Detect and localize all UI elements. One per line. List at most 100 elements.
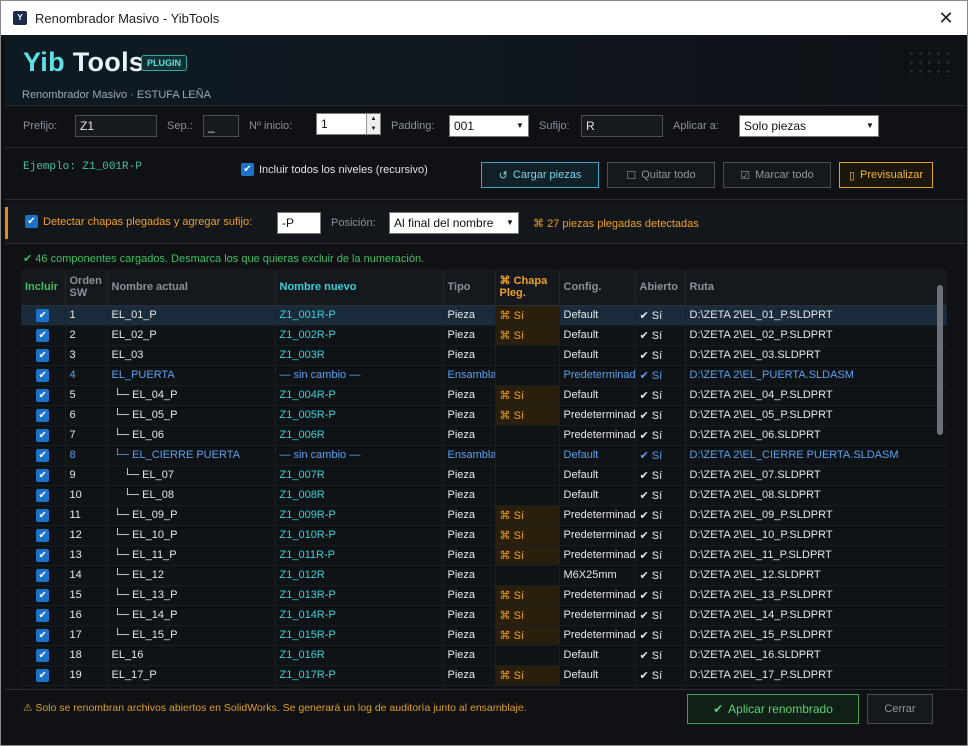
col-incluir[interactable]: Incluir bbox=[21, 269, 66, 306]
include-cell[interactable]: ✔ bbox=[21, 525, 66, 546]
close-icon[interactable]: ✕ bbox=[935, 7, 957, 29]
spin-buttons[interactable]: ▲ ▼ bbox=[366, 114, 380, 134]
table-row[interactable]: ✔ 16 └─ EL_14_P Z1_014R-P Pieza ⌘ Sí Predeterm… bbox=[21, 605, 947, 626]
include-checkbox[interactable]: ✔ bbox=[36, 488, 50, 502]
remove-all-button[interactable]: ☐ Quitar todo bbox=[607, 162, 715, 188]
position-select[interactable]: Al final del nombre ▼ bbox=[389, 212, 519, 234]
table-row[interactable]: ✔ 10 └─ EL_08 Z1_008R Pieza Default ✔ Sí D:\ZET… bbox=[21, 485, 947, 506]
table-row[interactable]: ✔ 7 └─ EL_06 Z1_006R Pieza Predeterminado ✔ Sí… bbox=[21, 425, 947, 446]
include-cell[interactable]: ✔ bbox=[21, 665, 66, 686]
include-checkbox[interactable]: ✔ bbox=[36, 568, 50, 582]
table-row[interactable]: ✔ 5 └─ EL_04_P Z1_004R-P Pieza ⌘ Sí Default ✔ S… bbox=[21, 385, 947, 406]
type-cell: Pieza bbox=[443, 405, 496, 426]
include-cell[interactable]: ✔ bbox=[21, 405, 66, 426]
table-row[interactable]: ✔ 17 └─ EL_15_P Z1_015R-P Pieza ⌘ Sí Predeterm… bbox=[21, 625, 947, 646]
apply-rename-button[interactable]: ✔ Aplicar renombrado bbox=[687, 694, 859, 724]
table-row[interactable]: ✔ 18 EL_16 Z1_016R Pieza Default ✔ Sí D:\ZETA 2… bbox=[21, 645, 947, 666]
include-checkbox[interactable]: ✔ bbox=[36, 548, 50, 562]
col-config[interactable]: Config. bbox=[559, 269, 636, 306]
sheet-suffix-input[interactable]: -P bbox=[277, 212, 321, 234]
prefix-input[interactable]: Z1 bbox=[75, 115, 157, 137]
col-abierto[interactable]: Abierto bbox=[635, 269, 686, 306]
table-row[interactable]: ✔ 14 └─ EL_12 Z1_012R Pieza M6X25mm ✔ Sí D:\ZET… bbox=[21, 565, 947, 586]
start-stepper[interactable]: 1 ▲ ▼ bbox=[316, 113, 381, 135]
include-cell[interactable]: ✔ bbox=[21, 425, 66, 446]
include-cell[interactable]: ✔ bbox=[21, 385, 66, 406]
suffix-input[interactable]: R bbox=[581, 115, 663, 137]
path-cell: D:\ZETA 2\EL_02_P.SLDPRT bbox=[685, 325, 947, 346]
table-row[interactable]: ✔ 13 └─ EL_11_P Z1_011R-P Pieza ⌘ Sí Predeterm… bbox=[21, 545, 947, 566]
mark-all-button[interactable]: ☑ Marcar todo bbox=[723, 162, 831, 188]
check-icon: ✔ bbox=[639, 409, 652, 422]
include-checkbox[interactable]: ✔ bbox=[36, 368, 50, 382]
include-cell[interactable]: ✔ bbox=[21, 345, 66, 366]
include-checkbox[interactable]: ✔ bbox=[36, 668, 50, 682]
table-row[interactable]: ✔ 1 EL_01_P Z1_001R-P Pieza ⌘ Sí Default ✔ Sí D:… bbox=[21, 305, 947, 326]
sheet-metal-cell: ⌘ Sí bbox=[495, 625, 560, 646]
current-name-cell: └─ EL_13_P bbox=[107, 585, 276, 606]
table-row[interactable]: ✔ 15 └─ EL_13_P Z1_013R-P Pieza ⌘ Sí Predeterm… bbox=[21, 585, 947, 606]
include-checkbox[interactable]: ✔ bbox=[36, 428, 50, 442]
include-cell[interactable]: ✔ bbox=[21, 365, 66, 386]
sheet-icon: ⌘ bbox=[499, 609, 514, 622]
spin-up-icon[interactable]: ▲ bbox=[367, 114, 380, 124]
include-checkbox[interactable]: ✔ bbox=[36, 648, 50, 662]
checkbox-icon[interactable]: ✔ bbox=[25, 215, 38, 228]
checkbox-icon[interactable]: ✔ bbox=[241, 163, 254, 176]
apply-to-select[interactable]: Solo piezas ▼ bbox=[739, 115, 879, 137]
col-ruta[interactable]: Ruta bbox=[685, 269, 947, 306]
include-checkbox[interactable]: ✔ bbox=[36, 308, 50, 322]
include-cell[interactable]: ✔ bbox=[21, 645, 66, 666]
include-checkbox[interactable]: ✔ bbox=[36, 528, 50, 542]
include-cell[interactable]: ✔ bbox=[21, 485, 66, 506]
type-cell: Pieza bbox=[443, 345, 496, 366]
open-value: Sí bbox=[651, 309, 663, 322]
include-cell[interactable]: ✔ bbox=[21, 305, 66, 326]
table-row[interactable]: ✔ 8 └─ EL_CIERRE PUERTA — sin cambio — Ensam… bbox=[21, 445, 947, 466]
include-cell[interactable]: ✔ bbox=[21, 565, 66, 586]
load-parts-button[interactable]: ↺ Cargar piezas bbox=[481, 162, 599, 188]
include-cell[interactable]: ✔ bbox=[21, 325, 66, 346]
scrollbar[interactable] bbox=[937, 285, 943, 435]
table-row[interactable]: ✔ 12 └─ EL_10_P Z1_010R-P Pieza ⌘ Sí Predeterm… bbox=[21, 525, 947, 546]
include-checkbox[interactable]: ✔ bbox=[36, 348, 50, 362]
include-checkbox[interactable]: ✔ bbox=[36, 608, 50, 622]
include-cell[interactable]: ✔ bbox=[21, 545, 66, 566]
sheet-metal-cell: ⌘ Sí bbox=[495, 585, 560, 606]
recursive-checkbox[interactable]: ✔ Incluir todos los niveles (recursivo) bbox=[241, 163, 428, 176]
sheet-detect-checkbox[interactable]: ✔ Detectar chapas plegadas y agregar suf… bbox=[25, 215, 252, 228]
include-cell[interactable]: ✔ bbox=[21, 605, 66, 626]
table-row[interactable]: ✔ 4EL_PUERTA— sin cambio —Ensamblaje Prede… bbox=[21, 365, 947, 386]
close-button[interactable]: Cerrar bbox=[867, 694, 933, 724]
include-checkbox[interactable]: ✔ bbox=[36, 328, 50, 342]
table-row[interactable]: ✔ 19 EL_17_P Z1_017R-P Pieza ⌘ Sí Default ✔ Sí D… bbox=[21, 665, 947, 686]
col-tipo[interactable]: Tipo bbox=[443, 269, 496, 306]
col-chapa[interactable]: ⌘ Chapa Pleg. bbox=[495, 269, 560, 306]
include-checkbox[interactable]: ✔ bbox=[36, 388, 50, 402]
table-row[interactable]: ✔ 2 EL_02_P Z1_002R-P Pieza ⌘ Sí Default ✔ Sí D:… bbox=[21, 325, 947, 346]
include-checkbox[interactable]: ✔ bbox=[36, 628, 50, 642]
preview-button[interactable]: ▯ Previsualizar bbox=[839, 162, 933, 188]
include-checkbox[interactable]: ✔ bbox=[36, 448, 50, 462]
table-row[interactable]: ✔ 9 └─ EL_07 Z1_007R Pieza Default ✔ Sí D:\ZETA… bbox=[21, 465, 947, 486]
include-cell[interactable]: ✔ bbox=[21, 445, 66, 466]
order-cell: 6 bbox=[65, 405, 108, 426]
include-checkbox[interactable]: ✔ bbox=[36, 508, 50, 522]
padding-select[interactable]: 001 ▼ bbox=[449, 115, 529, 137]
table-row[interactable]: ✔ 11 └─ EL_09_P Z1_009R-P Pieza ⌘ Sí Predeterm… bbox=[21, 505, 947, 526]
col-nombre-nuevo[interactable]: Nombre nuevo bbox=[275, 269, 444, 306]
table-row[interactable]: ✔ 3 EL_03 Z1_003R Pieza Default ✔ Sí D:\ZETA 2\… bbox=[21, 345, 947, 366]
include-cell[interactable]: ✔ bbox=[21, 465, 66, 486]
col-nombre-actual[interactable]: Nombre actual bbox=[107, 269, 276, 306]
col-orden[interactable]: Orden SW bbox=[65, 269, 108, 306]
sep-input[interactable]: _ bbox=[203, 115, 239, 137]
include-cell[interactable]: ✔ bbox=[21, 625, 66, 646]
table-row[interactable]: ✔ 6 └─ EL_05_P Z1_005R-P Pieza ⌘ Sí Predetermi… bbox=[21, 405, 947, 426]
spin-down-icon[interactable]: ▼ bbox=[367, 124, 380, 134]
include-checkbox[interactable]: ✔ bbox=[36, 588, 50, 602]
app-icon: Y bbox=[13, 11, 27, 25]
include-cell[interactable]: ✔ bbox=[21, 505, 66, 526]
include-checkbox[interactable]: ✔ bbox=[36, 408, 50, 422]
include-cell[interactable]: ✔ bbox=[21, 585, 66, 606]
include-checkbox[interactable]: ✔ bbox=[36, 468, 50, 482]
